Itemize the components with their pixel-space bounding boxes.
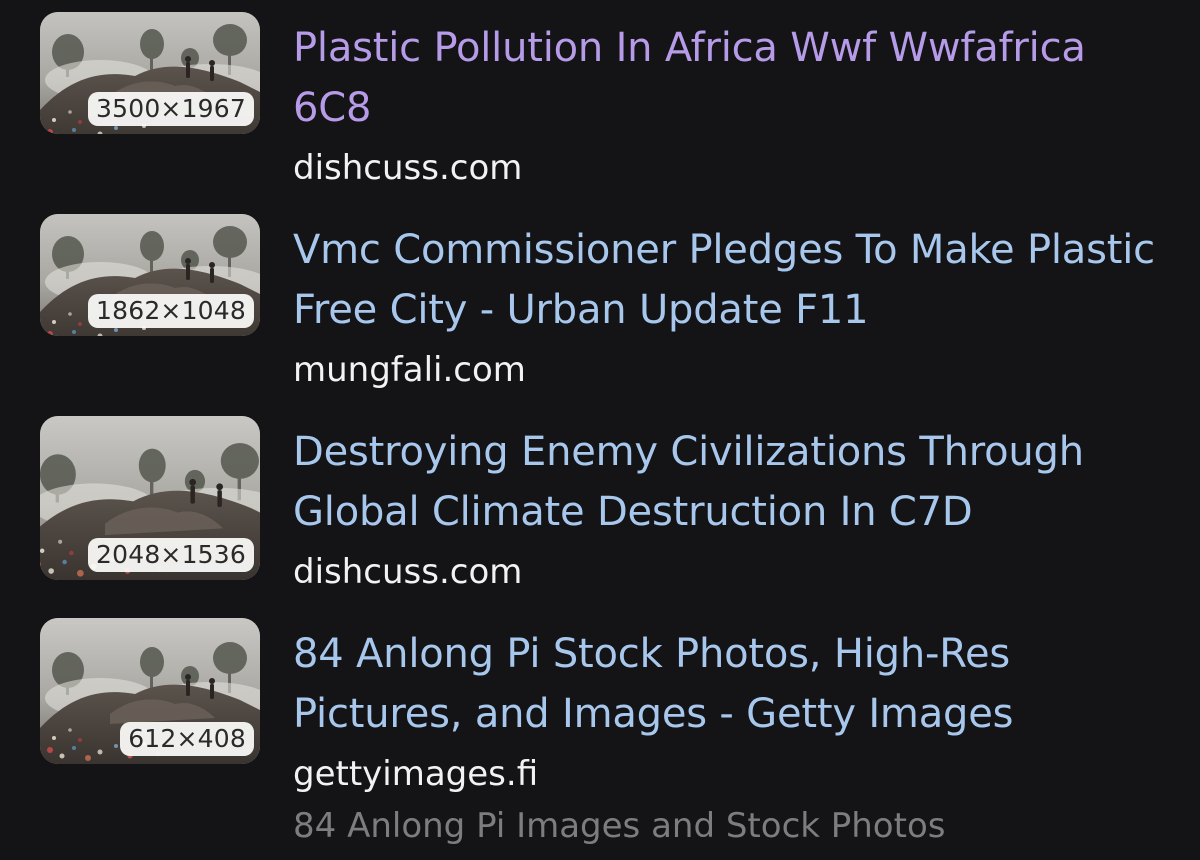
result-body: Destroying Enemy Civilizations Through G… [293, 422, 1173, 600]
result-thumbnail[interactable]: 612×408 [40, 618, 260, 764]
result-body: Plastic Pollution In Africa Wwf Wwfafric… [293, 18, 1173, 196]
image-dimensions-badge: 2048×1536 [88, 538, 254, 572]
result-thumbnail[interactable]: 1862×1048 [40, 214, 260, 336]
result-source-link[interactable]: gettyimages.fi [293, 746, 1173, 802]
result-title-link[interactable]: 84 Anlong Pi Stock Photos, High-Res Pict… [293, 624, 1173, 744]
result-title-link[interactable]: Vmc Commissioner Pledges To Make Plastic… [293, 220, 1173, 340]
image-dimensions-badge: 3500×1967 [88, 92, 254, 126]
result-source-link[interactable]: dishcuss.com [293, 140, 1173, 196]
result-source-link[interactable]: dishcuss.com [293, 544, 1173, 600]
result-title-link[interactable]: Destroying Enemy Civilizations Through G… [293, 422, 1173, 542]
result-snippet: 84 Anlong Pi Images and Stock Photos [293, 806, 946, 846]
result-thumbnail[interactable]: 3500×1967 [40, 12, 260, 134]
result-title-link[interactable]: Plastic Pollution In Africa Wwf Wwfafric… [293, 18, 1173, 138]
result-body: Vmc Commissioner Pledges To Make Plastic… [293, 220, 1173, 398]
result-thumbnail[interactable]: 2048×1536 [40, 416, 260, 580]
result-source-link[interactable]: mungfali.com [293, 342, 1173, 398]
image-dimensions-badge: 1862×1048 [88, 294, 254, 328]
image-dimensions-badge: 612×408 [120, 722, 254, 756]
result-body: 84 Anlong Pi Stock Photos, High-Res Pict… [293, 624, 1173, 850]
image-results-list: 3500×1967 Plastic Pollution In Africa Ww… [0, 0, 1200, 860]
